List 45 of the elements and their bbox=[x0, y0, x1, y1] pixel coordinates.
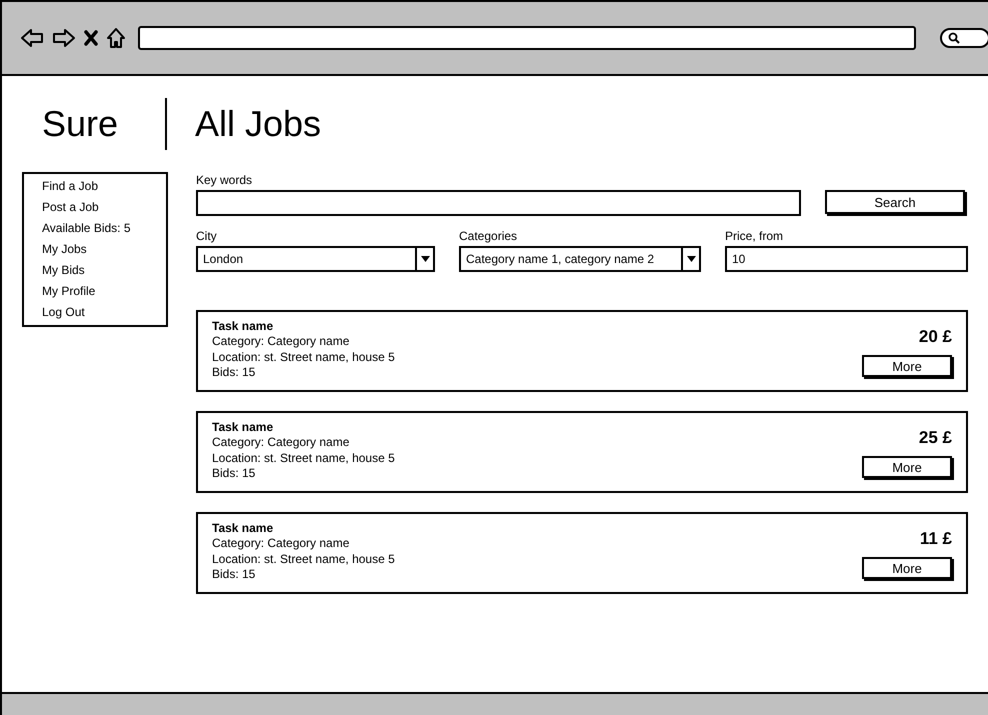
task-price: 25 £ bbox=[918, 428, 952, 448]
more-button[interactable]: More bbox=[862, 557, 952, 579]
categories-dropdown[interactable]: Category name 1, category name 2 bbox=[459, 246, 701, 272]
caret-icon bbox=[420, 256, 430, 262]
search-button[interactable]: Search bbox=[825, 190, 965, 214]
more-button[interactable]: More bbox=[862, 355, 952, 377]
menu-link[interactable]: Available Bids: 5 bbox=[42, 221, 166, 235]
menu-link[interactable]: My Jobs bbox=[42, 242, 166, 256]
close-icon[interactable] bbox=[84, 30, 98, 46]
price-field[interactable]: 10 bbox=[725, 246, 968, 272]
logo: Sure bbox=[42, 103, 120, 145]
city-dropdown[interactable]: London bbox=[196, 246, 435, 272]
task-price: 11 £ bbox=[920, 529, 952, 549]
task-name: Task name bbox=[212, 420, 274, 435]
task-category: Category: Category name bbox=[212, 334, 350, 350]
task-location: Location: st. Street name, house 5 bbox=[212, 450, 395, 466]
address-field[interactable] bbox=[138, 26, 916, 50]
home-icon[interactable] bbox=[106, 27, 126, 49]
field-label: Key words bbox=[196, 172, 252, 188]
task-bids: Bids: 15 bbox=[212, 466, 256, 482]
page-title: All Jobs bbox=[195, 103, 322, 145]
task-category: Category: Category name bbox=[212, 435, 350, 450]
task-category: Category: Category name bbox=[212, 536, 350, 552]
field-label: City bbox=[196, 228, 217, 244]
task-bids: Bids: 15 bbox=[212, 567, 256, 582]
menu-link[interactable]: Log Out bbox=[42, 305, 166, 319]
task-bids: Bids: 15 bbox=[212, 365, 256, 380]
task-price: 20 £ bbox=[918, 327, 952, 347]
keywords-field[interactable] bbox=[196, 190, 801, 216]
search-icon bbox=[948, 32, 960, 44]
caret-icon bbox=[686, 256, 696, 262]
forward-icon[interactable] bbox=[52, 28, 76, 48]
more-button[interactable]: More bbox=[862, 456, 952, 478]
menu-link[interactable]: My Profile bbox=[42, 284, 166, 298]
back-icon[interactable] bbox=[20, 28, 44, 48]
search-field[interactable] bbox=[940, 28, 988, 48]
field-label: Categories bbox=[459, 228, 518, 244]
menu-link[interactable]: My Bids bbox=[42, 263, 166, 277]
task-location: Location: st. Street name, house 5 bbox=[212, 552, 395, 567]
task-name: Task name bbox=[212, 319, 274, 334]
menu-link[interactable]: Find a Job bbox=[42, 179, 166, 193]
field-label: Price, from bbox=[725, 228, 784, 244]
task-location: Location: st. Street name, house 5 bbox=[212, 350, 395, 365]
task-name: Task name bbox=[212, 521, 274, 536]
menu-link[interactable]: Post a Job bbox=[42, 200, 166, 214]
